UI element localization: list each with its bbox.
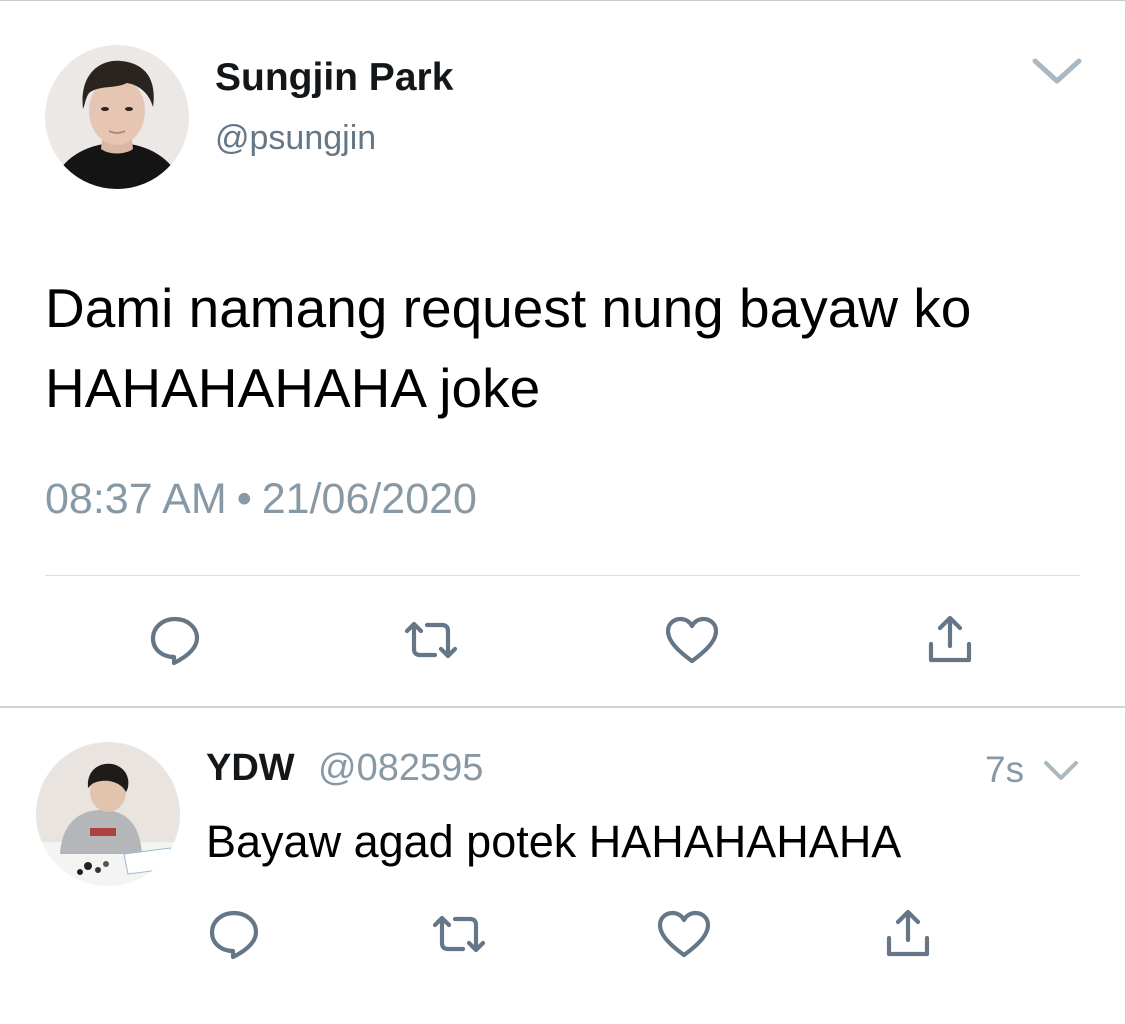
retweet-button[interactable]	[401, 612, 461, 672]
like-button[interactable]	[662, 612, 722, 672]
share-icon	[883, 908, 933, 965]
heart-icon	[656, 909, 712, 964]
retweet-icon	[402, 617, 460, 668]
retweet-button[interactable]	[429, 906, 489, 966]
reply-text: Bayaw agad potek HAHAHAHAHA	[206, 816, 902, 867]
reply-icon	[148, 613, 202, 672]
reply-user-handle[interactable]: @082595	[318, 747, 483, 790]
tweet-time: 08:37 AM	[45, 475, 227, 523]
reply-icon	[207, 907, 261, 966]
reply-display-name[interactable]: YDW	[206, 747, 295, 790]
section-divider	[0, 706, 1125, 708]
share-button[interactable]	[878, 906, 938, 966]
reply-avatar[interactable]	[36, 742, 180, 886]
display-name[interactable]: Sungjin Park	[215, 56, 453, 100]
reply-button[interactable]	[145, 612, 205, 672]
share-button[interactable]	[920, 612, 980, 672]
tweet-timestamp[interactable]: 08:37 AM • 21/06/2020	[45, 475, 477, 524]
user-handle[interactable]: @psungjin	[215, 119, 376, 158]
action-divider	[45, 575, 1080, 576]
retweet-icon	[430, 911, 488, 962]
chevron-down-icon[interactable]	[1030, 56, 1084, 86]
reply-relative-time[interactable]: 7s	[985, 749, 1024, 791]
chevron-down-icon[interactable]	[1042, 759, 1080, 783]
avatar[interactable]	[45, 45, 189, 189]
heart-icon	[664, 615, 720, 670]
tweet-date: 21/06/2020	[261, 475, 477, 523]
share-icon	[925, 614, 975, 671]
main-tweet: Sungjin Park @psungjin Dami namang reque…	[0, 0, 1125, 706]
like-button[interactable]	[654, 906, 714, 966]
tweet-text: Dami namang request nung bayaw ko HAHAHA…	[45, 277, 972, 419]
meta-separator: •	[236, 475, 252, 523]
reply-button[interactable]	[204, 906, 264, 966]
